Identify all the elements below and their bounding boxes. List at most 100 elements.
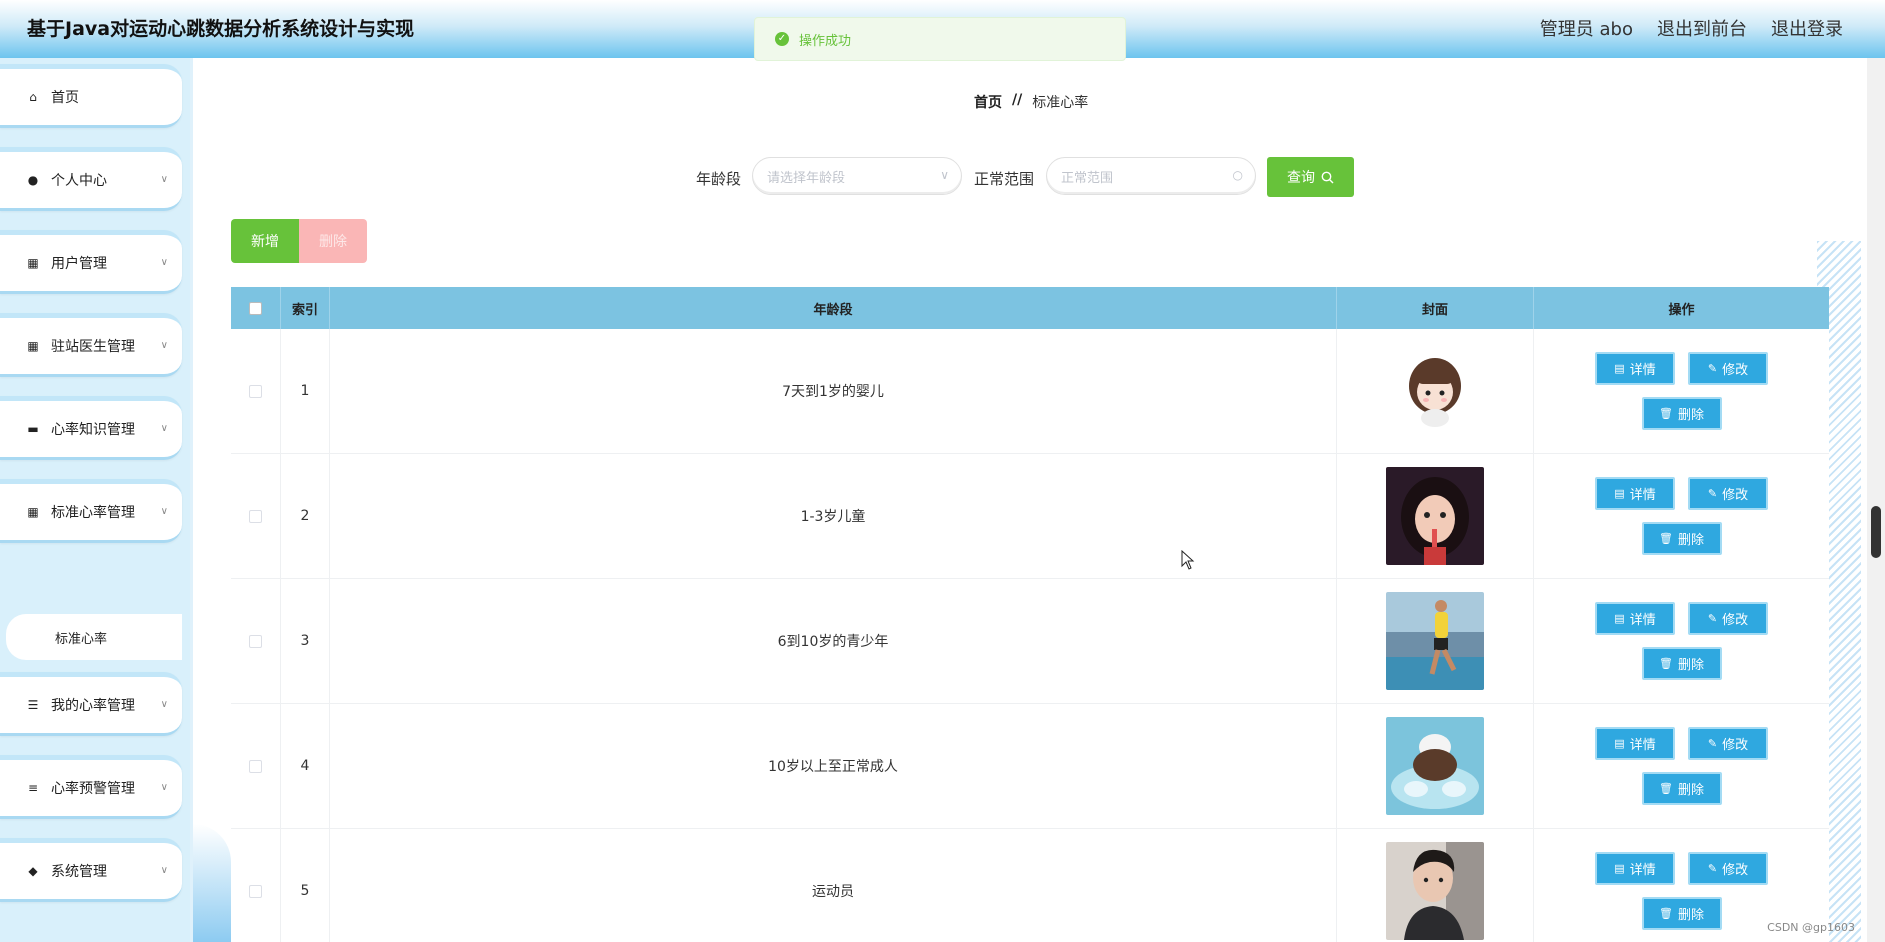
cover-cell	[1337, 579, 1534, 703]
detail-button[interactable]: ▤ 详情	[1595, 352, 1675, 385]
row-select-cell	[231, 454, 281, 578]
pencil-icon: ✎	[1707, 362, 1718, 375]
breadcrumb: 首页 // 标准心率	[974, 92, 1088, 112]
toast-text: 操作成功	[799, 33, 852, 49]
app-title: 基于Java对运动心跳数据分析系统设计与实现	[27, 18, 415, 40]
document-icon: ▤	[1614, 362, 1625, 375]
chevron-down-icon: ∨	[160, 699, 168, 710]
header-cover: 封面	[1337, 287, 1534, 329]
chevron-down-icon: ∨	[940, 168, 949, 182]
detail-label: 详情	[1629, 613, 1656, 628]
sidebar-item-label: 标准心率管理	[51, 505, 135, 521]
detail-label: 详情	[1629, 363, 1656, 378]
sidebar-item-knowledge-management[interactable]: ▬ 心率知识管理 ∨	[0, 396, 182, 460]
row-select-cell	[231, 829, 281, 942]
chevron-down-icon: ∨	[160, 782, 168, 793]
breadcrumb-home[interactable]: 首页	[974, 92, 1002, 112]
sidebar-item-my-rate-management[interactable]: ☰ 我的心率管理 ∨	[0, 672, 182, 736]
delete-button[interactable]: 🗑 删除	[1641, 897, 1722, 930]
row-checkbox[interactable]	[249, 634, 262, 648]
row-select-cell	[231, 704, 281, 828]
delete-button[interactable]: 🗑 删除	[1641, 647, 1722, 680]
trash-icon: 🗑	[1659, 407, 1673, 420]
chevron-down-icon: ∨	[160, 423, 168, 434]
sidebar-item-label: 系统管理	[51, 864, 107, 880]
breadcrumb-separator: //	[1012, 92, 1023, 108]
index-cell: 2	[281, 454, 330, 578]
sidebar-item-system-management[interactable]: ◆ 系统管理 ∨	[0, 838, 182, 902]
age-group-cell: 运动员	[330, 829, 1337, 942]
sidebar-item-doctor-management[interactable]: ▦ 驻站医生管理 ∨	[0, 313, 182, 377]
query-button[interactable]: 查询	[1267, 157, 1354, 197]
row-checkbox[interactable]	[249, 759, 262, 773]
table-row: 2 1-3岁儿童 ▤ 详情 ✎ 修改 🗑 删除	[231, 454, 1829, 579]
admin-user-link[interactable]: 管理员 abo	[1540, 15, 1633, 41]
chevron-down-icon: ∨	[160, 865, 168, 876]
detail-button[interactable]: ▤ 详情	[1595, 602, 1675, 635]
edit-label: 修改	[1722, 488, 1749, 503]
logout-link[interactable]: 退出登录	[1771, 15, 1843, 41]
sidebar-item-standard-rate-management[interactable]: ▦ 标准心率管理 ∨	[0, 479, 182, 543]
row-checkbox[interactable]	[249, 509, 262, 523]
batch-delete-button[interactable]: 删除	[299, 219, 367, 263]
row-checkbox[interactable]	[249, 384, 262, 398]
edit-button[interactable]: ✎ 修改	[1688, 352, 1768, 385]
table-row: 5 运动员 ▤ 详情 ✎ 修改 🗑 删除	[231, 829, 1829, 942]
normal-range-input[interactable]: 正常范围 ○	[1046, 157, 1256, 195]
header-age-group: 年龄段	[330, 287, 1337, 329]
trash-icon: 🗑	[1659, 657, 1673, 670]
delete-button[interactable]: 🗑 删除	[1641, 522, 1722, 555]
sidebar-item-label: 用户管理	[51, 256, 107, 272]
scrollbar-thumb[interactable]	[1871, 506, 1881, 558]
vertical-scrollbar[interactable]	[1867, 58, 1885, 942]
sidebar-item-personal-center[interactable]: ● 个人中心 ∨	[0, 147, 182, 211]
edit-button[interactable]: ✎ 修改	[1688, 602, 1768, 635]
index-cell: 3	[281, 579, 330, 703]
sliders-icon: ☰	[27, 698, 39, 712]
sidebar-item-user-management[interactable]: ▦ 用户管理 ∨	[0, 230, 182, 294]
sidebar-item-home[interactable]: ⌂ 首页	[0, 64, 182, 128]
edit-button[interactable]: ✎ 修改	[1688, 477, 1768, 510]
document-icon: ▤	[1614, 862, 1625, 875]
monitor-icon: ▬	[27, 422, 39, 436]
edit-label: 修改	[1722, 363, 1749, 378]
submenu-item-standard-rate[interactable]: 标准心率	[6, 614, 182, 660]
decorative-wave	[193, 824, 231, 942]
delete-button[interactable]: 🗑 删除	[1641, 397, 1722, 430]
age-group-select[interactable]: 请选择年龄段 ∨	[752, 157, 962, 195]
back-to-front-link[interactable]: 退出到前台	[1657, 15, 1747, 41]
detail-button[interactable]: ▤ 详情	[1595, 852, 1675, 885]
select-all-checkbox[interactable]	[249, 301, 262, 315]
detail-button[interactable]: ▤ 详情	[1595, 477, 1675, 510]
add-button[interactable]: 新增	[231, 219, 299, 263]
operations-cell: ▤ 详情 ✎ 修改 🗑 删除	[1534, 329, 1829, 453]
cover-cell	[1337, 829, 1534, 942]
row-select-cell	[231, 579, 281, 703]
check-circle-icon: ✓	[775, 32, 789, 46]
edit-button[interactable]: ✎ 修改	[1688, 727, 1768, 760]
sidebar-item-warning-management[interactable]: ≡ 心率预警管理 ∨	[0, 755, 182, 819]
breadcrumb-current: 标准心率	[1032, 95, 1089, 111]
row-checkbox[interactable]	[249, 884, 262, 898]
edit-button[interactable]: ✎ 修改	[1688, 852, 1768, 885]
chevron-down-icon: ∨	[160, 174, 168, 185]
pencil-icon: ✎	[1707, 612, 1718, 625]
detail-label: 详情	[1629, 863, 1656, 878]
document-icon: ▤	[1614, 487, 1625, 500]
submenu-item-label: 标准心率	[55, 631, 108, 647]
user-icon: ●	[27, 173, 39, 187]
detail-button[interactable]: ▤ 详情	[1595, 727, 1675, 760]
main-content: 首页 // 标准心率 年龄段 请选择年龄段 ∨ 正常范围 正常范围 ○ 查询 新…	[193, 58, 1885, 942]
watermark: CSDN @gp1603	[1767, 921, 1855, 934]
cover-cell	[1337, 704, 1534, 828]
age-group-cell: 7天到1岁的婴儿	[330, 329, 1337, 453]
document-icon: ▤	[1614, 612, 1625, 625]
normal-range-label: 正常范围	[974, 170, 1035, 188]
detail-label: 详情	[1629, 488, 1656, 503]
operations-cell: ▤ 详情 ✎ 修改 🗑 删除	[1534, 704, 1829, 828]
delete-button[interactable]: 🗑 删除	[1641, 772, 1722, 805]
sidebar-item-label: 心率知识管理	[51, 422, 135, 438]
delete-label: 删除	[1677, 908, 1704, 923]
trash-icon: 🗑	[1659, 782, 1673, 795]
table-row: 3 6到10岁的青少年 ▤ 详情 ✎ 修改 🗑 删除	[231, 579, 1829, 704]
